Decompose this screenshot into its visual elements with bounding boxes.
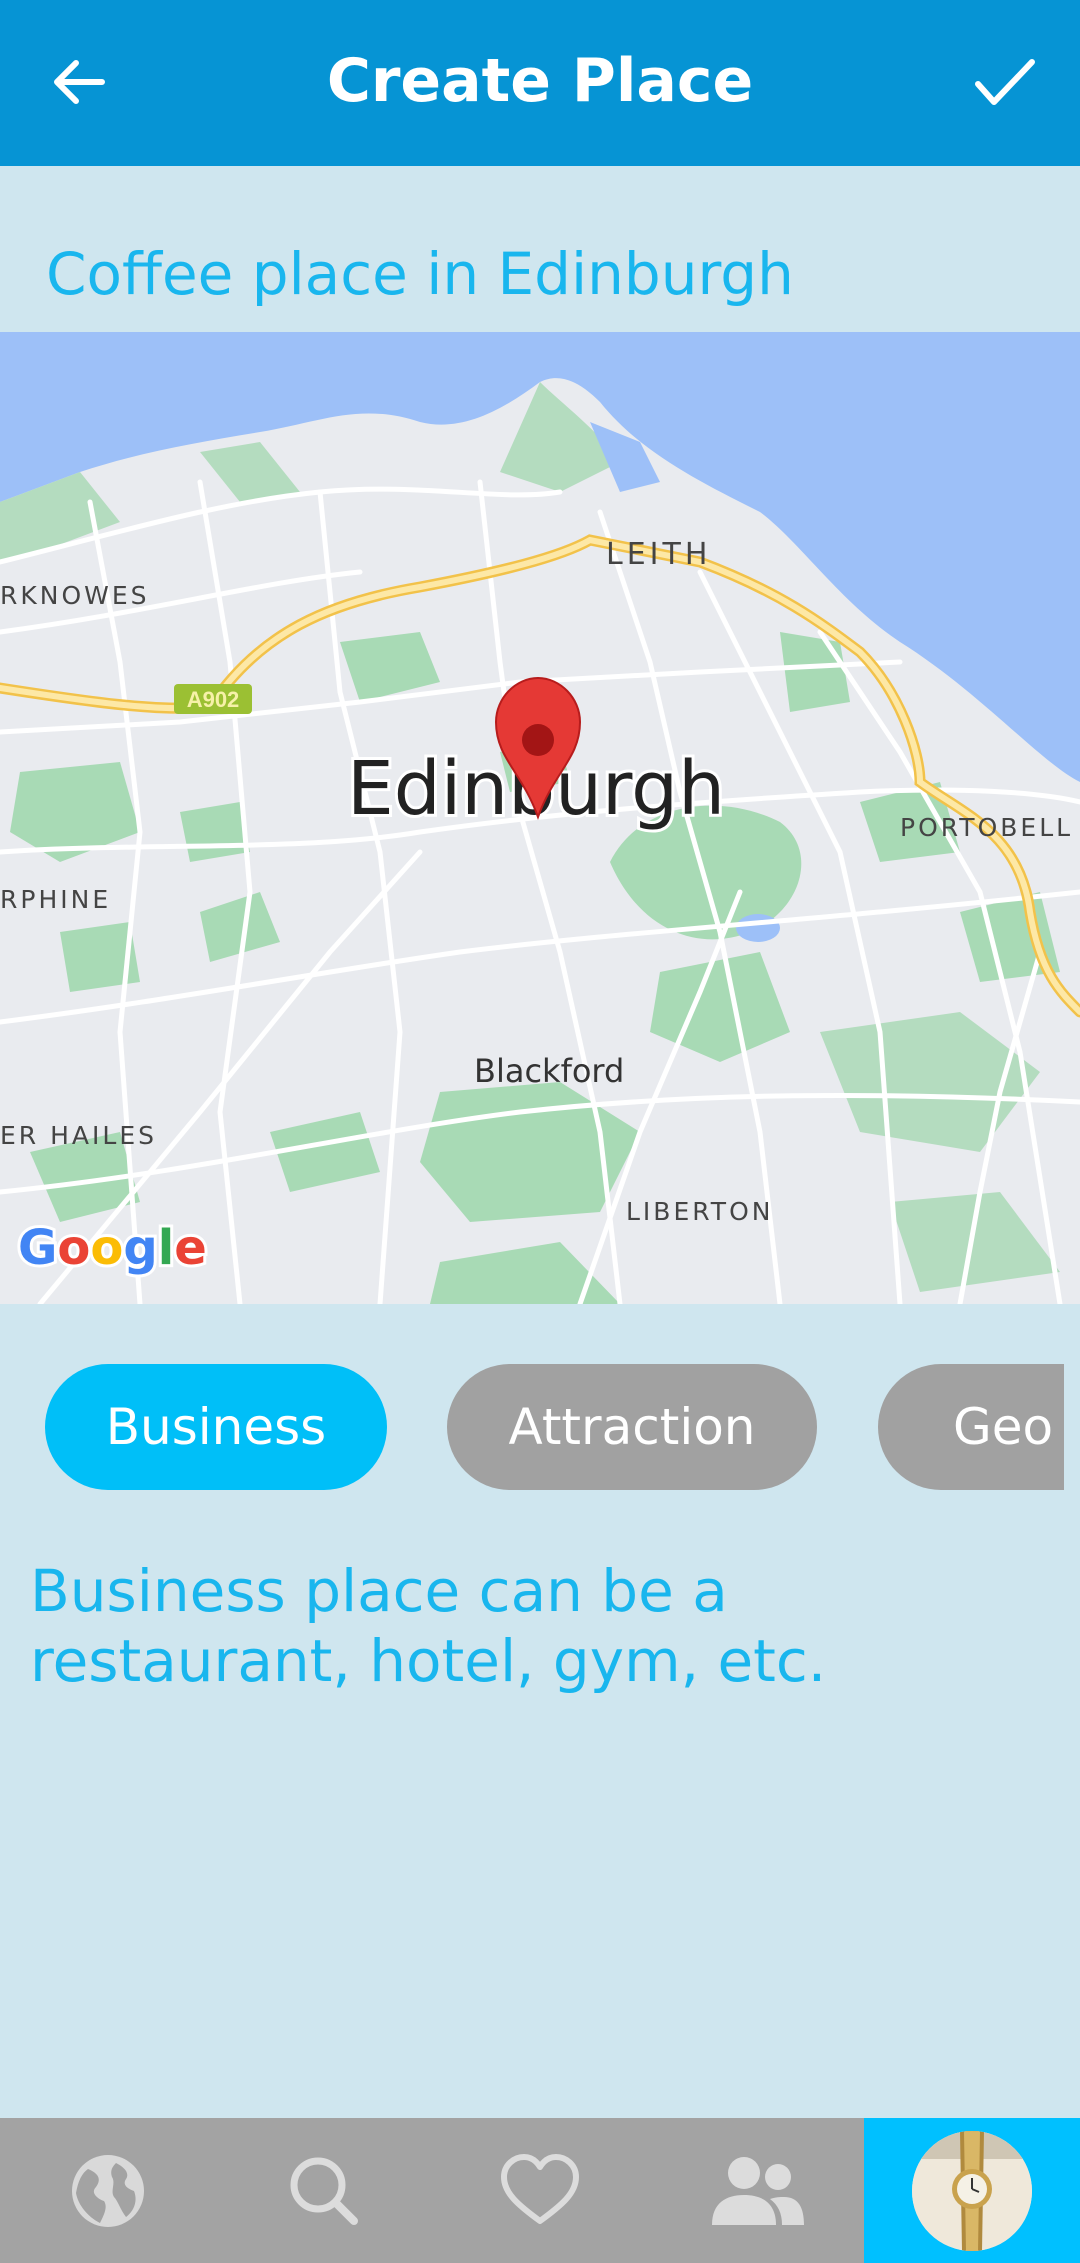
chip-business[interactable]: Business (45, 1364, 387, 1490)
confirm-button[interactable] (964, 42, 1044, 122)
chip-attraction[interactable]: Attraction (447, 1364, 817, 1490)
map-label-wester-hailes: ER HAILES (0, 1121, 157, 1150)
chip-geo[interactable]: Geo C (878, 1364, 1064, 1490)
category-chips: Business Attraction Geo C (0, 1364, 1064, 1490)
globe-icon (72, 2154, 144, 2227)
map-label-portobello: PORTOBELL (900, 813, 1073, 842)
road-label-a902: A902 (187, 687, 240, 712)
map-water (736, 914, 780, 942)
nav-favorites[interactable] (454, 2118, 626, 2263)
page-title: Create Place (326, 46, 754, 116)
nav-friends[interactable] (670, 2118, 842, 2263)
place-name-input[interactable]: Coffee place in Edinburgh (46, 240, 794, 308)
check-icon (975, 59, 1035, 105)
category-description: Business place can be a restaurant, hote… (30, 1557, 827, 1695)
heart-icon (501, 2153, 579, 2224)
watch-photo (912, 2130, 1032, 2251)
nav-search[interactable] (238, 2118, 410, 2263)
nav-profile[interactable] (864, 2118, 1080, 2263)
google-logo: Google (15, 1217, 210, 1279)
search-icon (290, 2157, 358, 2225)
map-label-liberton: LIBERTON (626, 1197, 773, 1226)
bottom-navigation (0, 2118, 1080, 2263)
app-bar: Create Place (0, 0, 1080, 166)
map-label-blackford: Blackford (474, 1052, 624, 1090)
map-label-leith: LEITH (606, 537, 711, 572)
map-label-west: RPHINE (0, 885, 111, 914)
map-park (180, 802, 250, 862)
avatar (912, 2130, 1032, 2251)
map-view[interactable]: A902 LEITH RKNOWES PORTOBELL RPHINE Blac… (0, 332, 1080, 1304)
nav-explore[interactable] (22, 2118, 194, 2263)
people-icon (712, 2156, 804, 2225)
map-label-northwest: RKNOWES (0, 581, 150, 610)
svg-text:Google: Google (18, 1220, 207, 1276)
map-park (780, 632, 850, 712)
